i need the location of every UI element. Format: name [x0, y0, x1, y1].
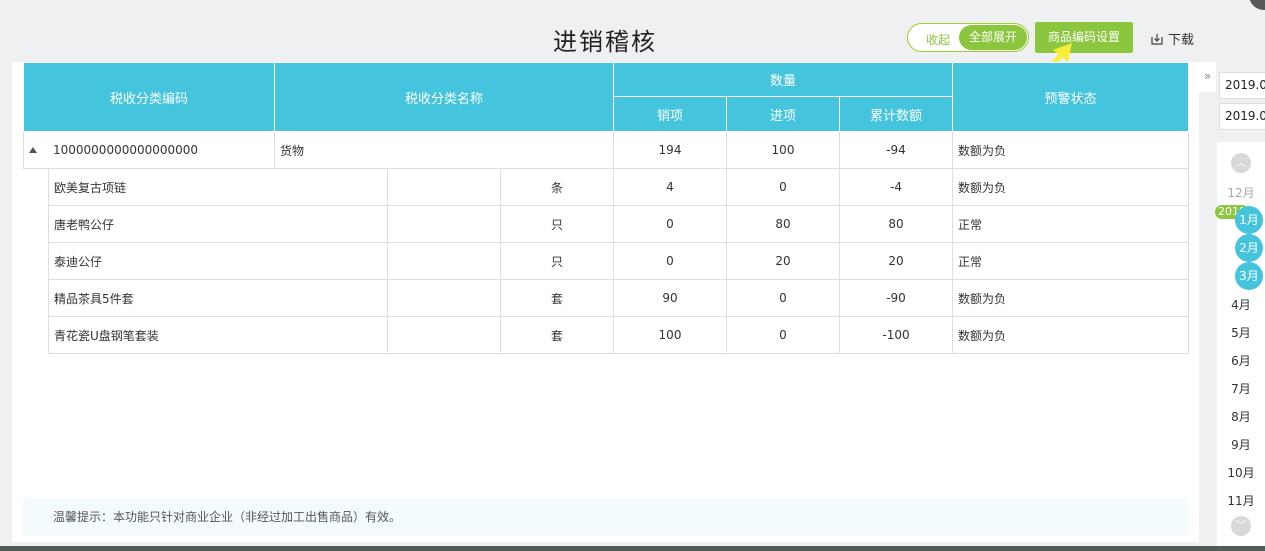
item-blank-cell — [387, 168, 501, 206]
item-status-cell: 数额为负 — [952, 316, 1189, 354]
hint-bar: 温馨提示：本功能只针对商业企业（非经过加工出售商品）有效。 — [23, 498, 1188, 536]
item-status-cell: 正常 — [952, 205, 1189, 243]
item-name-cell: 青花瓷U盘钢笔套装 — [48, 316, 388, 354]
month-item[interactable]: 7月 — [1217, 380, 1265, 397]
table-row-parent[interactable]: 1000000000000000000 货物 194 100 -94 数额为负 — [23, 131, 1189, 169]
month-item[interactable]: 5月 — [1217, 324, 1265, 341]
item-blank-cell — [387, 279, 501, 317]
table-row[interactable]: 泰迪公仔 只 0 20 20 正常 — [23, 242, 1189, 280]
month-item[interactable]: 9月 — [1217, 436, 1265, 453]
item-blank-cell — [387, 242, 501, 280]
header-cumulative: 累计数额 — [839, 96, 953, 132]
item-sales-cell: 100 — [613, 316, 727, 354]
item-unit-cell: 套 — [500, 279, 614, 317]
month-item[interactable]: 2月 — [1235, 234, 1263, 262]
item-status-cell: 正常 — [952, 242, 1189, 280]
parent-code-cell: 1000000000000000000 — [23, 131, 275, 169]
item-name-cell: 唐老鸭公仔 — [48, 205, 388, 243]
parent-status-cell: 数额为负 — [952, 131, 1189, 169]
double-chevron-right-icon[interactable]: » — [1199, 62, 1216, 92]
code-settings-button[interactable]: 商品编码设置 — [1035, 22, 1133, 53]
month-item[interactable]: 4月 — [1217, 296, 1265, 313]
item-status-cell: 数额为负 — [952, 168, 1189, 206]
header-quantity: 数量 — [613, 62, 953, 97]
download-label: 下载 — [1168, 33, 1195, 48]
header-purchase: 进项 — [726, 96, 840, 132]
chevron-down-icon[interactable]: ﹀ — [1231, 516, 1251, 536]
start-date-input[interactable]: 2019.01 — [1219, 72, 1265, 99]
item-blank-cell — [387, 205, 501, 243]
item-sales-cell: 0 — [613, 205, 727, 243]
table-row[interactable]: 青花瓷U盘钢笔套装 套 100 0 -100 数额为负 — [23, 316, 1189, 354]
table-row[interactable]: 精品茶具5件套 套 90 0 -90 数额为负 — [23, 279, 1189, 317]
month-item[interactable]: 11月 — [1217, 492, 1265, 509]
month-item[interactable]: 6月 — [1217, 352, 1265, 369]
item-purchase-cell: 0 — [726, 279, 840, 317]
item-purchase-cell: 0 — [726, 316, 840, 354]
item-status-cell: 数额为负 — [952, 279, 1189, 317]
item-cumulative-cell: 80 — [839, 205, 953, 243]
date-sidebar: » 2019.01 2019.03 ︿ 12月 2019 1月 2月 3月 4月… — [1199, 62, 1265, 551]
parent-name-cell: 货物 — [274, 131, 614, 169]
header-tax-name: 税收分类名称 — [274, 62, 614, 132]
item-unit-cell: 条 — [500, 168, 614, 206]
month-item[interactable]: 3月 — [1235, 262, 1263, 290]
month-timeline: ︿ 12月 2019 1月 2月 3月 4月 5月 6月 7月 8月 9月 10… — [1215, 142, 1265, 551]
window-corner — [1249, 0, 1265, 10]
table-row[interactable]: 唐老鸭公仔 只 0 80 80 正常 — [23, 205, 1189, 243]
item-unit-cell: 只 — [500, 242, 614, 280]
item-sales-cell: 90 — [613, 279, 727, 317]
main-panel: 税收分类编码 税收分类名称 数量 预警状态 销项 进项 累计数额 1000000… — [12, 62, 1199, 542]
download-button[interactable]: 下载 — [1151, 29, 1194, 48]
item-name-cell: 泰迪公仔 — [48, 242, 388, 280]
item-purchase-cell: 0 — [726, 168, 840, 206]
header-tax-code: 税收分类编码 — [23, 62, 275, 132]
item-unit-cell: 套 — [500, 316, 614, 354]
item-sales-cell: 4 — [613, 168, 727, 206]
item-cumulative-cell: -90 — [839, 279, 953, 317]
item-cumulative-cell: -4 — [839, 168, 953, 206]
header-sales: 销项 — [613, 96, 727, 132]
expand-toggle[interactable]: 收起 全部展开 — [907, 23, 1029, 52]
header-warning-status: 预警状态 — [952, 62, 1189, 132]
month-item[interactable]: 10月 — [1217, 464, 1265, 481]
chevron-up-icon[interactable]: ︿ — [1231, 153, 1251, 173]
table-row[interactable]: 欧美复古项链 条 4 0 -4 数额为负 — [23, 168, 1189, 206]
download-icon — [1151, 33, 1163, 45]
expand-triangle-icon[interactable] — [29, 147, 37, 153]
item-cumulative-cell: 20 — [839, 242, 953, 280]
end-date-input[interactable]: 2019.03 — [1219, 103, 1265, 130]
item-unit-cell: 只 — [500, 205, 614, 243]
bottom-taskbar — [0, 546, 1265, 551]
month-item[interactable]: 1月 — [1235, 206, 1263, 234]
item-name-cell: 精品茶具5件套 — [48, 279, 388, 317]
audit-table: 税收分类编码 税收分类名称 数量 预警状态 销项 进项 累计数额 1000000… — [23, 62, 1189, 354]
item-purchase-cell: 80 — [726, 205, 840, 243]
parent-cumulative-cell: -94 — [839, 131, 953, 169]
toggle-expand-all-label[interactable]: 全部展开 — [959, 25, 1027, 50]
item-blank-cell — [387, 316, 501, 354]
month-item[interactable]: 12月 — [1217, 184, 1265, 201]
parent-purchase-cell: 100 — [726, 131, 840, 169]
month-item[interactable]: 8月 — [1217, 408, 1265, 425]
toggle-collapse-label[interactable]: 收起 — [926, 31, 950, 48]
item-purchase-cell: 20 — [726, 242, 840, 280]
item-cumulative-cell: -100 — [839, 316, 953, 354]
item-name-cell: 欧美复古项链 — [48, 168, 388, 206]
item-sales-cell: 0 — [613, 242, 727, 280]
parent-sales-cell: 194 — [613, 131, 727, 169]
